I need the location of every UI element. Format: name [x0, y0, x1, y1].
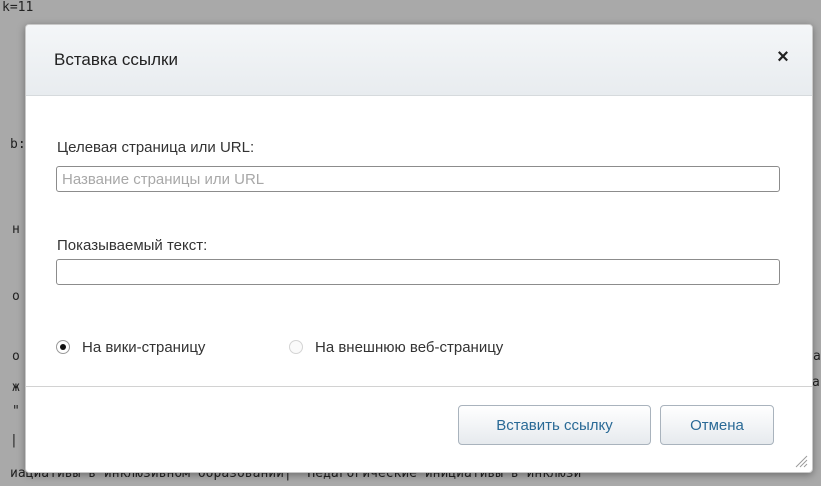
dialog-title: Вставка ссылки — [54, 50, 178, 69]
display-text-label: Показываемый текст: — [57, 237, 208, 254]
radio-external-page-label: На внешнюю веб-страницу — [315, 338, 504, 356]
background-text-line: b: — [10, 137, 26, 152]
radio-checked-icon[interactable] — [56, 340, 70, 354]
insert-link-button[interactable]: Вставить ссылку — [458, 405, 651, 445]
background-text-line: k=11 — [2, 0, 34, 15]
background-text-fragment: а" — [812, 375, 821, 390]
target-url-input[interactable] — [56, 166, 780, 192]
background-text-line: н — [12, 222, 20, 237]
cancel-button[interactable]: Отмена — [660, 405, 774, 445]
radio-wiki-page[interactable]: На вики-страницу — [56, 337, 205, 357]
insert-link-dialog: Вставка ссылки × Целевая страница или UR… — [25, 24, 813, 473]
radio-wiki-page-label: На вики-страницу — [82, 338, 206, 356]
radio-unchecked-icon[interactable] — [289, 340, 303, 354]
radio-external-page[interactable]: На внешнюю веб-страницу — [289, 337, 503, 357]
target-url-label: Целевая страница или URL: — [57, 139, 255, 156]
dialog-titlebar[interactable]: Вставка ссылки × — [26, 25, 812, 96]
background-text-line: о — [12, 289, 20, 304]
background-text-line: о — [12, 349, 20, 364]
close-icon[interactable]: × — [772, 45, 794, 69]
resize-grip-icon[interactable] — [794, 454, 808, 468]
background-text-line: | — [10, 433, 18, 448]
background-text-fragment: а — [813, 349, 821, 364]
background-text-line: " — [12, 404, 20, 419]
dialog-separator — [26, 386, 812, 387]
background-text-line: ж — [12, 380, 20, 395]
display-text-input[interactable] — [56, 259, 780, 285]
